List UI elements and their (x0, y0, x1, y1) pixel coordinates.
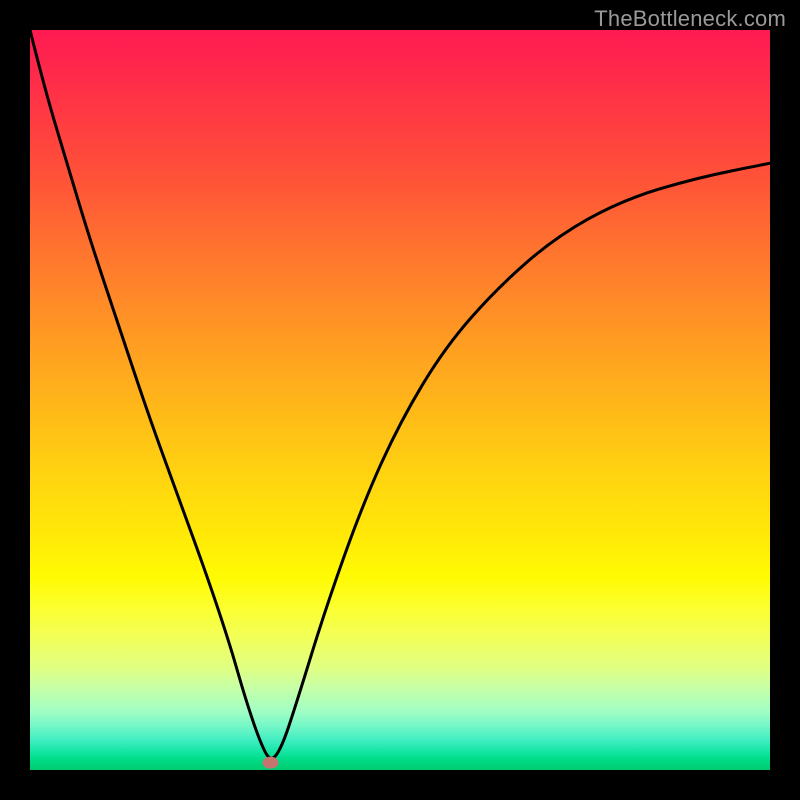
watermark-text: TheBottleneck.com (594, 6, 786, 32)
plot-area (30, 30, 770, 770)
vertex-marker (263, 757, 279, 769)
bottleneck-curve (30, 30, 770, 758)
chart-frame: TheBottleneck.com (0, 0, 800, 800)
curve-svg (30, 30, 770, 770)
